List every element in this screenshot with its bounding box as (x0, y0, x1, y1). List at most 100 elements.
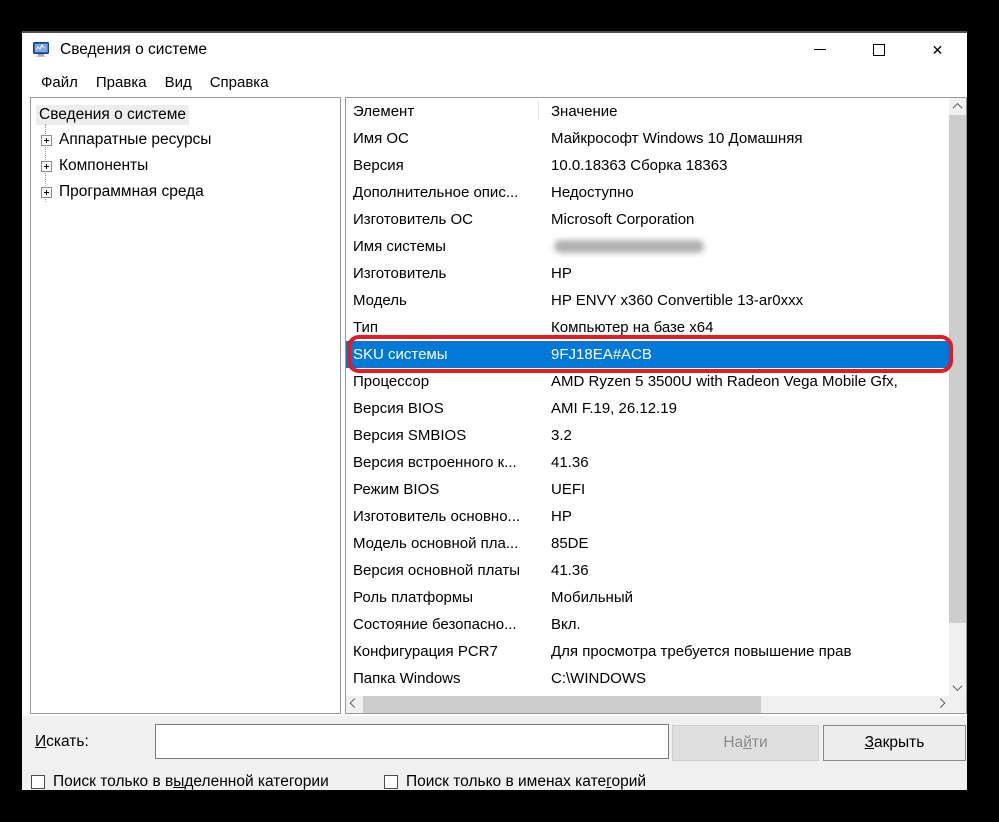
maximize-button[interactable] (849, 33, 908, 66)
tree-item[interactable]: Программная среда (31, 179, 340, 205)
details-list-pane: Элемент Значение Имя ОСМайкрософт Window… (345, 97, 967, 714)
table-row[interactable]: ТипКомпьютер на базе x64 (346, 314, 949, 341)
table-row[interactable]: ПроцессорAMD Ryzen 5 3500U with Radeon V… (346, 368, 949, 395)
row-item-label: Изготовитель ОС (353, 206, 544, 233)
horizontal-scrollbar-thumb[interactable] (363, 696, 761, 713)
menu-item[interactable]: Вид (156, 72, 201, 93)
maximize-icon (873, 44, 885, 56)
row-value: Для просмотра требуется повышение прав (551, 638, 851, 665)
table-row[interactable]: Версия основной платы 41.36 (346, 557, 949, 584)
table-row[interactable]: Изготовитель ОСMicrosoft Corporation (346, 206, 949, 233)
row-value: Майкрософт Windows 10 Домашняя (551, 125, 802, 152)
row-item-label: Дополнительное опис... (353, 179, 544, 206)
tree-item-system-summary[interactable]: Сведения о системе (31, 102, 340, 127)
column-divider[interactable] (538, 101, 539, 121)
row-item-label: Модель основной пла... (353, 530, 544, 557)
cb1-post: деленной категории (184, 773, 328, 790)
row-value: Вкл. (551, 611, 581, 638)
scrollbar-corner (949, 696, 966, 713)
row-value: 9FJ18EA#ACB (551, 341, 652, 368)
scroll-down-button[interactable] (949, 679, 966, 696)
search-input[interactable] (155, 724, 669, 759)
row-value: UEFI (551, 476, 585, 503)
table-row[interactable]: Версия встроенного к...41.36 (346, 449, 949, 476)
close-dialog-button[interactable]: Закрыть (823, 725, 966, 761)
table-row[interactable]: Версия10.0.18363 Сборка 18363 (346, 152, 949, 179)
list-rows: Имя ОСМайкрософт Windows 10 Домашняя Вер… (346, 125, 949, 696)
row-item-label: Изготовитель (353, 260, 544, 287)
tree-item[interactable]: Компоненты (31, 153, 340, 179)
menu-item[interactable]: Справка (201, 72, 278, 93)
row-item-label: Версия встроенного к... (353, 449, 544, 476)
checkbox-search-selected-category[interactable]: Поиск только в выделенной категории (31, 773, 329, 791)
checkbox-icon[interactable] (384, 775, 398, 789)
close-button[interactable]: ✕ (908, 33, 967, 66)
menu-item[interactable]: Правка (87, 72, 156, 93)
checkbox-search-category-names[interactable]: Поиск только в именах категорий (384, 773, 646, 791)
find-button[interactable]: Найти (672, 725, 819, 761)
table-row[interactable]: Папка Windows C:\WINDOWS (346, 665, 949, 692)
table-row[interactable]: Имя ОСМайкрософт Windows 10 Домашняя (346, 125, 949, 152)
row-item-label: Версия основной платы (353, 557, 544, 584)
row-value: C:\WINDOWS (551, 665, 646, 692)
tree-item-label: Компоненты (59, 157, 148, 175)
table-row[interactable]: Конфигурация PCR7Для просмотра требуется… (346, 638, 949, 665)
menubar: Файл Правка Вид Справка (22, 70, 278, 95)
expand-plus-icon[interactable] (41, 187, 52, 198)
close-label-post: акрыть (874, 734, 924, 751)
find-label-post: ти (752, 734, 768, 751)
row-item-label: Модель (353, 287, 544, 314)
table-row[interactable]: Роль платформы Мобильный (346, 584, 949, 611)
tree-item[interactable]: Аппаратные ресурсы (31, 127, 340, 153)
menu-item[interactable]: Файл (32, 72, 87, 93)
cb1-pre: Поиск только в в (53, 773, 173, 790)
category-tree-pane[interactable]: Сведения о системе Аппаратные ресурсы Ко… (30, 97, 341, 714)
minimize-button[interactable] (790, 33, 849, 66)
checkbox-icon[interactable] (31, 775, 45, 789)
expand-plus-icon[interactable] (41, 161, 52, 172)
tree-root-label: Сведения о системе (36, 105, 189, 125)
minimize-icon (814, 49, 826, 50)
row-value: AMD Ryzen 5 3500U with Radeon Vega Mobil… (551, 368, 898, 395)
table-row[interactable]: МодельHP ENVY x360 Convertible 13-ar0xxx (346, 287, 949, 314)
table-row[interactable]: Режим BIOSUEFI (346, 476, 949, 503)
checkbox-label: Поиск только в именах категорий (406, 773, 646, 791)
cb2-post: орий (611, 773, 646, 790)
table-row[interactable]: Версия SMBIOS 3.2 (346, 422, 949, 449)
table-row[interactable]: ИзготовительHP (346, 260, 949, 287)
table-row[interactable]: Версия BIOSAMI F.19, 26.12.19 (346, 395, 949, 422)
list-header: Элемент Значение (346, 98, 949, 125)
row-item-label: Изготовитель основно... (353, 503, 544, 530)
window-title: Сведения о системе (60, 41, 207, 59)
table-row[interactable]: Имя системы (346, 233, 949, 260)
cb1-accesskey: ы (173, 773, 184, 790)
column-header-item[interactable]: Элемент (353, 98, 414, 125)
scroll-right-button[interactable] (932, 696, 949, 713)
titlebar: Сведения о системе ✕ (22, 33, 967, 66)
scroll-up-button[interactable] (949, 98, 966, 115)
scroll-left-button[interactable] (346, 696, 363, 713)
row-value: 3.2 (551, 422, 572, 449)
row-value: Недоступно (551, 179, 634, 206)
table-row[interactable]: Дополнительное опис... Недоступно (346, 179, 949, 206)
vertical-scrollbar-thumb[interactable] (949, 115, 966, 623)
system-info-window: Сведения о системе ✕ Файл Правка Вид Спр… (22, 31, 967, 790)
table-row[interactable]: Изготовитель основно...HP (346, 503, 949, 530)
column-header-value[interactable]: Значение (551, 98, 618, 125)
row-item-label: Версия (353, 152, 544, 179)
table-row[interactable]: Модель основной пла...85DE (346, 530, 949, 557)
row-item-label: Папка Windows (353, 665, 544, 692)
vertical-scrollbar[interactable] (949, 98, 966, 696)
close-label-accesskey: З (865, 734, 874, 751)
row-item-label: Версия SMBIOS (353, 422, 544, 449)
row-value: Компьютер на базе x64 (551, 314, 713, 341)
chevron-down-icon (953, 681, 963, 691)
horizontal-scrollbar[interactable] (346, 696, 949, 713)
row-value: 41.36 (551, 557, 589, 584)
chevron-right-icon (936, 698, 946, 708)
table-row[interactable]: Состояние безопасно...Вкл. (346, 611, 949, 638)
row-value: Мобильный (551, 584, 633, 611)
table-row[interactable]: SKU системы9FJ18EA#ACB (346, 341, 949, 368)
expand-plus-icon[interactable] (41, 135, 52, 146)
row-item-label: Роль платформы (353, 584, 544, 611)
